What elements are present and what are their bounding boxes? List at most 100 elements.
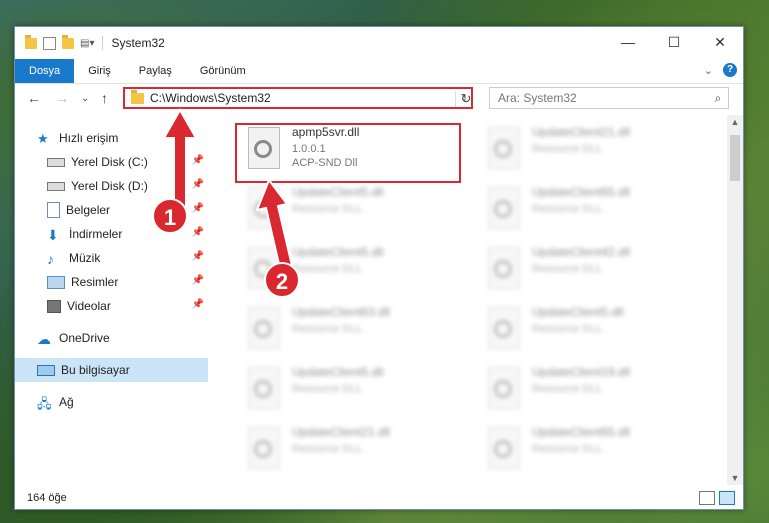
dll-file-icon bbox=[488, 187, 520, 229]
search-box[interactable]: Ara: System32 ⌕ bbox=[489, 87, 729, 109]
dll-file-icon bbox=[248, 367, 280, 409]
up-arrow-icon[interactable]: ↑ bbox=[101, 90, 108, 106]
file-name: UpdateClient21.dll bbox=[292, 425, 391, 439]
quick-access-toolbar: ▤▾ bbox=[15, 34, 94, 50]
explorer-window: ▤▾ System32 — ☐ ✕ Dosya Giriş Paylaş Gör… bbox=[14, 26, 744, 510]
minimize-button[interactable]: — bbox=[605, 27, 651, 57]
ribbon-tabs: Dosya Giriş Paylaş Görünüm ⌄ ? bbox=[15, 59, 743, 84]
dll-file-icon bbox=[488, 367, 520, 409]
file-highlight-box bbox=[235, 123, 461, 183]
file-description: Resource DLL bbox=[532, 443, 603, 455]
folder-icon[interactable] bbox=[25, 34, 37, 49]
tab-home[interactable]: Giriş bbox=[74, 59, 125, 83]
file-description: Resource DLL bbox=[292, 443, 363, 455]
gear-icon bbox=[254, 380, 272, 398]
sidebar-item-pictures[interactable]: Resimler 📌 bbox=[47, 270, 208, 294]
file-description: Resource DLL bbox=[292, 323, 363, 335]
file-item[interactable]: UpdateClient65.dll Resource DLL bbox=[478, 181, 708, 239]
recent-locations-icon[interactable]: ⌄ bbox=[81, 93, 89, 104]
tab-share[interactable]: Paylaş bbox=[125, 59, 186, 83]
address-bar[interactable]: C:\Windows\System32 ⌄ bbox=[123, 87, 473, 109]
file-item[interactable]: UpdateClient65.dll Resource DLL bbox=[478, 421, 708, 479]
file-item[interactable]: UpdateClient21.dll Resource DLL bbox=[478, 121, 708, 179]
help-icon[interactable]: ? bbox=[723, 63, 737, 77]
file-item[interactable]: UpdateClient63.dll Resource DLL bbox=[238, 301, 468, 359]
file-name: UpdateClient65.dll bbox=[532, 185, 631, 199]
gear-icon bbox=[494, 260, 512, 278]
file-item[interactable]: UpdateClient5.dll Resource DLL bbox=[478, 301, 708, 359]
document-icon bbox=[47, 202, 60, 218]
gear-icon bbox=[494, 140, 512, 158]
title-bar: ▤▾ System32 — ☐ ✕ bbox=[15, 27, 743, 59]
item-count: 164 öğe bbox=[27, 492, 67, 504]
close-button[interactable]: ✕ bbox=[697, 27, 743, 57]
vertical-scrollbar[interactable]: ▲ ▼ bbox=[727, 115, 743, 485]
search-input[interactable]: Ara: System32 bbox=[490, 91, 708, 105]
sidebar-item-music[interactable]: ♪ Müzik 📌 bbox=[47, 246, 208, 270]
back-arrow-icon[interactable]: ← bbox=[27, 90, 41, 106]
details-view-icon[interactable] bbox=[699, 491, 715, 505]
tab-file[interactable]: Dosya bbox=[15, 59, 75, 83]
new-folder-icon[interactable] bbox=[62, 34, 74, 49]
sidebar-item-network[interactable]: 🖧 Ağ bbox=[37, 390, 208, 414]
status-bar: 164 öğe bbox=[15, 487, 743, 509]
video-icon bbox=[47, 299, 61, 313]
file-description: Resource DLL bbox=[532, 323, 603, 335]
gear-icon bbox=[494, 380, 512, 398]
gear-icon bbox=[494, 200, 512, 218]
dll-file-icon bbox=[248, 427, 280, 469]
tab-view[interactable]: Görünüm bbox=[186, 59, 260, 83]
dll-file-icon bbox=[488, 427, 520, 469]
customize-toolbar-icon[interactable]: ▤▾ bbox=[80, 38, 94, 49]
download-icon: ⬇ bbox=[47, 227, 59, 243]
window-controls: — ☐ ✕ bbox=[605, 27, 743, 57]
tiles-view-icon[interactable] bbox=[719, 491, 735, 505]
sidebar-item-onedrive[interactable]: ☁ OneDrive bbox=[37, 326, 208, 350]
pin-icon[interactable]: 📌 bbox=[192, 251, 204, 262]
sidebar-item-videos[interactable]: Videolar 📌 bbox=[47, 294, 208, 318]
sidebar-item-this-pc[interactable]: Bu bilgisayar bbox=[15, 358, 208, 382]
folder-icon bbox=[131, 89, 144, 104]
drive-icon bbox=[47, 157, 65, 167]
file-description: Resource DLL bbox=[532, 263, 603, 275]
search-icon[interactable]: ⌕ bbox=[708, 91, 728, 106]
file-name: UpdateClient42.dll bbox=[532, 245, 631, 259]
file-description: Resource DLL bbox=[292, 383, 363, 395]
star-icon: ★ bbox=[37, 131, 49, 146]
dll-file-icon bbox=[488, 307, 520, 349]
pin-icon[interactable]: 📌 bbox=[192, 227, 204, 238]
file-description: Resource DLL bbox=[532, 203, 603, 215]
dll-file-icon bbox=[248, 307, 280, 349]
callout-1: 1 bbox=[152, 198, 188, 234]
scrollbar-thumb[interactable] bbox=[730, 135, 740, 181]
refresh-icon[interactable]: ↻ bbox=[455, 91, 476, 107]
properties-icon[interactable] bbox=[43, 36, 56, 50]
file-description: Resource DLL bbox=[532, 143, 603, 155]
expand-ribbon-icon[interactable]: ⌄ bbox=[704, 64, 713, 77]
cloud-icon: ☁ bbox=[37, 331, 51, 347]
gear-icon bbox=[494, 320, 512, 338]
file-description: Resource DLL bbox=[532, 383, 603, 395]
scroll-down-icon[interactable]: ▼ bbox=[727, 473, 743, 483]
maximize-button[interactable]: ☐ bbox=[651, 27, 697, 57]
dll-file-icon bbox=[488, 127, 520, 169]
address-path[interactable]: C:\Windows\System32 bbox=[150, 91, 457, 105]
pin-icon[interactable]: 📌 bbox=[192, 275, 204, 286]
pin-icon[interactable]: 📌 bbox=[192, 299, 204, 310]
file-item[interactable]: UpdateClient21.dll Resource DLL bbox=[238, 421, 468, 479]
file-name: UpdateClient21.dll bbox=[532, 125, 631, 139]
callout-2: 2 bbox=[264, 262, 300, 298]
forward-arrow-icon[interactable]: → bbox=[55, 90, 69, 106]
file-name: UpdateClient5.dll bbox=[532, 305, 624, 319]
file-name: UpdateClient63.dll bbox=[292, 305, 391, 319]
file-item[interactable]: UpdateClient19.dll Resource DLL bbox=[478, 361, 708, 419]
navigation-bar: ← → ⌄ ↑ C:\Windows\System32 ⌄ ↻ Ara: Sys… bbox=[15, 84, 743, 114]
dll-file-icon bbox=[488, 247, 520, 289]
music-icon: ♪ bbox=[47, 251, 54, 267]
network-icon: 🖧 bbox=[37, 396, 52, 411]
computer-icon bbox=[37, 364, 55, 376]
file-item[interactable]: UpdateClient5.dll Resource DLL bbox=[238, 361, 468, 419]
file-item[interactable]: UpdateClient42.dll Resource DLL bbox=[478, 241, 708, 299]
gear-icon bbox=[494, 440, 512, 458]
scroll-up-icon[interactable]: ▲ bbox=[727, 117, 743, 127]
